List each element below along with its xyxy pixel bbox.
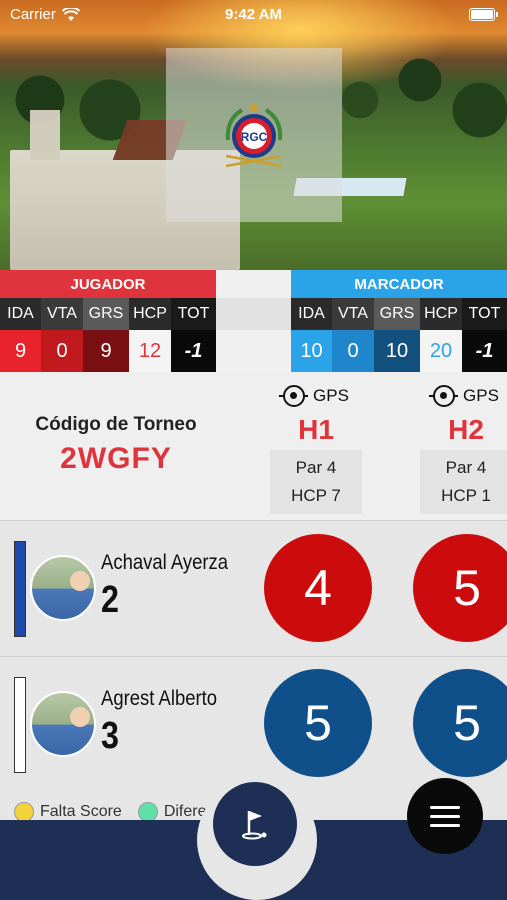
- battery-icon: [469, 8, 498, 21]
- hole-number: H2: [448, 414, 484, 445]
- jugador-vta-value: 0: [41, 330, 83, 372]
- gps-button-2[interactable]: GPS: [420, 382, 507, 410]
- jugador-grs-value: 9: [83, 330, 129, 372]
- hole-info: Par 4 HCP 7: [270, 450, 362, 514]
- crosshair-icon: [429, 385, 459, 407]
- hole-column-1[interactable]: GPS H1 Par 4 HCP 7: [270, 382, 362, 514]
- hole-hcp: HCP 7: [291, 486, 341, 505]
- marcador-tot-value: -1: [462, 330, 507, 372]
- crosshair-icon: [279, 385, 309, 407]
- marcador-hcp-value: 20: [420, 330, 462, 372]
- score-separator: [216, 270, 291, 372]
- jugador-values: 9 0 9 12 -1: [0, 330, 216, 372]
- jugador-col-grs: GRS: [83, 298, 129, 330]
- player-avatar: [30, 691, 96, 757]
- gps-label: GPS: [463, 386, 499, 405]
- marcador-col-hcp: HCP: [420, 298, 462, 330]
- player-handicap: 2: [101, 579, 119, 621]
- hole-column-2[interactable]: GPS H2 Par 4 HCP 1: [420, 382, 507, 514]
- jugador-hcp-value: 12: [129, 330, 171, 372]
- player-avatar: [30, 555, 96, 621]
- marcador-col-vta: VTA: [332, 298, 374, 330]
- marcador-columns: IDA VTA GRS HCP TOT: [291, 298, 507, 330]
- torneo-label: Código de Torneo: [35, 414, 197, 435]
- marcador-values: 10 0 10 20 -1: [291, 330, 507, 372]
- marcador-col-grs: GRS: [374, 298, 420, 330]
- hamburger-icon: [430, 805, 460, 809]
- logo-text: RGC: [241, 130, 268, 144]
- torneo-section: Código de Torneo 2WGFY GPS H1 Par 4 HCP …: [0, 372, 507, 520]
- gps-label: GPS: [313, 386, 349, 405]
- jugador-tot-value: -1: [171, 330, 216, 372]
- player-color-bar: [14, 541, 26, 637]
- club-logo-panel: RGC: [166, 48, 342, 222]
- hole-number: H1: [298, 414, 334, 445]
- player-color-bar: [14, 677, 26, 773]
- jugador-columns: IDA VTA GRS HCP TOT: [0, 298, 216, 330]
- marcador-vta-value: 0: [332, 330, 374, 372]
- legend-dot-green: [137, 802, 158, 822]
- legend: Falta Score Diferen: [14, 802, 215, 822]
- torneo-code: 2WGFY: [60, 442, 172, 475]
- player-name: Agrest Alberto: [101, 687, 218, 710]
- player-row[interactable]: Agrest Alberto 3 5 5: [0, 657, 507, 793]
- hole-par: Par 4: [295, 458, 337, 477]
- status-time: 9:42 AM: [225, 6, 282, 23]
- score-circle-h2[interactable]: 5: [413, 669, 507, 777]
- hole-info: Par 4 HCP 1: [420, 450, 507, 514]
- status-bar: Carrier 9:42 AM: [0, 0, 507, 30]
- score-circle-h1[interactable]: 4: [264, 534, 372, 642]
- jugador-col-tot: TOT: [171, 298, 216, 330]
- jugador-col-vta: VTA: [41, 298, 83, 330]
- marcador-col-ida: IDA: [291, 298, 332, 330]
- club-logo-icon: RGC: [225, 104, 283, 168]
- gps-button-1[interactable]: GPS: [270, 382, 362, 410]
- score-circle-h2[interactable]: 5: [413, 534, 507, 642]
- jugador-col-ida: IDA: [0, 298, 41, 330]
- player-handicap: 3: [101, 715, 119, 757]
- legend-label: Falta Score: [40, 803, 122, 820]
- player-row[interactable]: Achaval Ayerza 2 4 5: [0, 521, 507, 657]
- golf-flag-button[interactable]: [213, 782, 297, 866]
- marcador-ida-value: 10: [291, 330, 332, 372]
- jugador-ida-value: 9: [0, 330, 41, 372]
- golf-flag-icon: [242, 811, 267, 840]
- marcador-grs-value: 10: [374, 330, 420, 372]
- marcador-header: MARCADOR: [291, 270, 507, 298]
- marcador-col-tot: TOT: [462, 298, 507, 330]
- jugador-col-hcp: HCP: [129, 298, 171, 330]
- jugador-header: JUGADOR: [0, 270, 216, 298]
- hole-hcp: HCP 1: [441, 486, 491, 505]
- score-circle-h1[interactable]: 5: [264, 669, 372, 777]
- player-name: Achaval Ayerza: [101, 551, 229, 574]
- legend-dot-yellow: [14, 802, 34, 822]
- hole-par: Par 4: [445, 458, 487, 477]
- menu-button[interactable]: [407, 778, 483, 854]
